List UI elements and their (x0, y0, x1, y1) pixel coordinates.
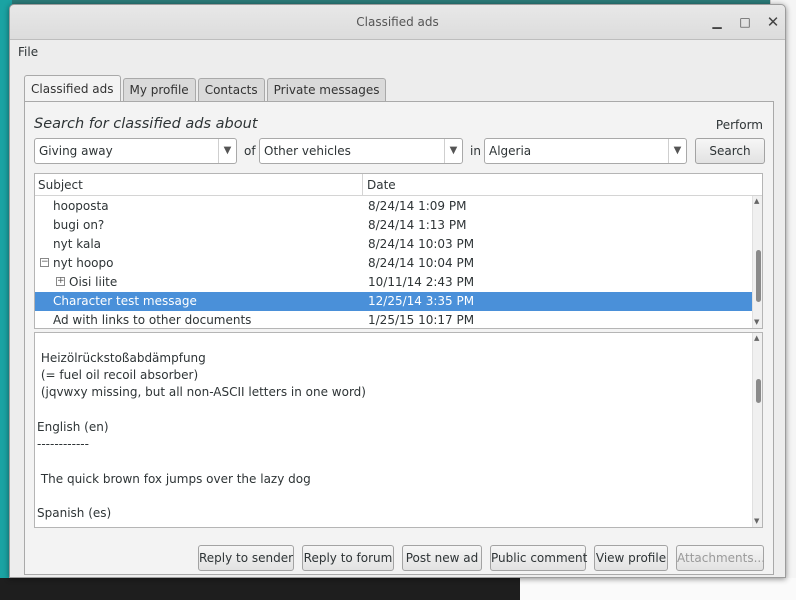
action-select[interactable]: Giving away ▼ (34, 138, 237, 164)
chevron-down-icon[interactable]: ▼ (668, 139, 686, 163)
row-subject: bugi on? (53, 218, 105, 232)
tab-my-profile[interactable]: My profile (122, 78, 196, 101)
menu-file[interactable]: File (18, 45, 38, 59)
category-select[interactable]: Other vehicles ▼ (259, 138, 463, 164)
message-line: (= fuel oil recoil absorber) (37, 368, 199, 382)
tab-bar: Classified ads My profile Contacts Priva… (24, 75, 388, 101)
message-body[interactable]: Heizölrückstoßabdämpfung (= fuel oil rec… (34, 332, 763, 528)
column-separator (362, 174, 363, 196)
scroll-up-icon[interactable]: ▲ (754, 334, 759, 342)
row-subject: hooposta (53, 199, 109, 213)
view-profile-button[interactable]: View profile (594, 545, 668, 571)
in-label: in (470, 144, 481, 158)
column-header-subject[interactable]: Subject (38, 178, 83, 192)
app-window: Classified ads ▁ □ ✕ File Classified ads… (9, 4, 786, 578)
row-date: 10/11/14 2:43 PM (368, 275, 475, 289)
row-date: 8/24/14 1:09 PM (368, 199, 467, 213)
desktop-background-bottom-right (520, 578, 796, 600)
plus-box-icon[interactable]: + (56, 277, 65, 286)
table-row[interactable]: − nyt hoopo 8/24/14 10:04 PM (35, 254, 754, 273)
message-line: Spanish (es) (37, 506, 112, 520)
row-date: 8/24/14 10:03 PM (368, 237, 475, 251)
scroll-down-icon[interactable]: ▼ (754, 517, 759, 525)
table-scrollbar[interactable]: ▲ ▼ (752, 196, 762, 328)
table-row[interactable]: hooposta 8/24/14 1:09 PM (35, 197, 754, 216)
minus-box-icon[interactable]: − (40, 258, 49, 267)
minimize-icon[interactable]: ▁ (708, 13, 726, 31)
table-row[interactable]: Ad with links to other documents 1/25/15… (35, 311, 754, 328)
chevron-down-icon[interactable]: ▼ (444, 139, 462, 163)
classified-ads-panel: Search for classified ads about Perform … (24, 101, 774, 575)
row-subject: Oisi liite (69, 275, 118, 289)
row-subject: nyt hoopo (53, 256, 114, 270)
close-icon[interactable]: ✕ (764, 13, 782, 31)
location-select-value: Algeria (489, 144, 532, 158)
post-new-ad-button[interactable]: Post new ad (402, 545, 482, 571)
tab-contacts[interactable]: Contacts (197, 78, 265, 101)
table-header: Subject Date (35, 174, 762, 196)
column-header-date[interactable]: Date (367, 178, 396, 192)
ads-table: Subject Date hooposta 8/24/14 1:09 PM bu… (34, 173, 763, 329)
message-line: (jqvwxy missing, but all non-ASCII lette… (37, 385, 366, 399)
row-date: 12/25/14 3:35 PM (368, 294, 475, 308)
reply-to-forum-button[interactable]: Reply to forum (302, 545, 394, 571)
menu-bar: File (10, 40, 785, 66)
table-row[interactable]: bugi on? 8/24/14 1:13 PM (35, 216, 754, 235)
row-subject: nyt kala (53, 237, 102, 251)
perform-label: Perform (715, 118, 763, 132)
tab-private-messages[interactable]: Private messages (266, 78, 387, 101)
table-row-selected[interactable]: Character test message 12/25/14 3:35 PM (35, 292, 754, 311)
tab-classified-ads[interactable]: Classified ads (24, 75, 121, 101)
category-select-value: Other vehicles (264, 144, 351, 158)
table-row[interactable]: nyt kala 8/24/14 10:03 PM (35, 235, 754, 254)
chevron-down-icon[interactable]: ▼ (218, 139, 236, 163)
title-bar[interactable]: Classified ads ▁ □ ✕ (10, 5, 785, 40)
table-scrollbar-thumb[interactable] (756, 250, 761, 302)
message-line: English (en) (37, 420, 109, 434)
of-label: of (244, 144, 256, 158)
row-date: 1/25/15 10:17 PM (368, 313, 475, 327)
window-title: Classified ads (356, 15, 439, 29)
maximize-icon[interactable]: □ (736, 13, 754, 31)
row-date: 8/24/14 10:04 PM (368, 256, 475, 270)
message-line: Heizölrückstoßabdämpfung (37, 351, 206, 365)
message-line: The quick brown fox jumps over the lazy … (37, 472, 311, 486)
row-subject: Character test message (53, 294, 197, 308)
public-comment-button[interactable]: Public comment (490, 545, 587, 571)
location-select[interactable]: Algeria ▼ (484, 138, 687, 164)
row-date: 8/24/14 1:13 PM (368, 218, 467, 232)
message-line: ------------ (37, 437, 89, 451)
scroll-up-icon[interactable]: ▲ (754, 197, 759, 205)
search-button[interactable]: Search (695, 138, 765, 164)
action-select-value: Giving away (39, 144, 113, 158)
message-scrollbar-thumb[interactable] (756, 379, 761, 403)
message-scrollbar[interactable]: ▲ ▼ (752, 333, 762, 527)
search-heading: Search for classified ads about (34, 116, 258, 132)
attachments-button[interactable]: Attachments... (676, 545, 765, 571)
table-row[interactable]: + Oisi liite 10/11/14 2:43 PM (35, 273, 754, 292)
row-subject: Ad with links to other documents (53, 313, 252, 327)
reply-to-sender-button[interactable]: Reply to sender (198, 545, 294, 571)
scroll-down-icon[interactable]: ▼ (754, 318, 759, 326)
